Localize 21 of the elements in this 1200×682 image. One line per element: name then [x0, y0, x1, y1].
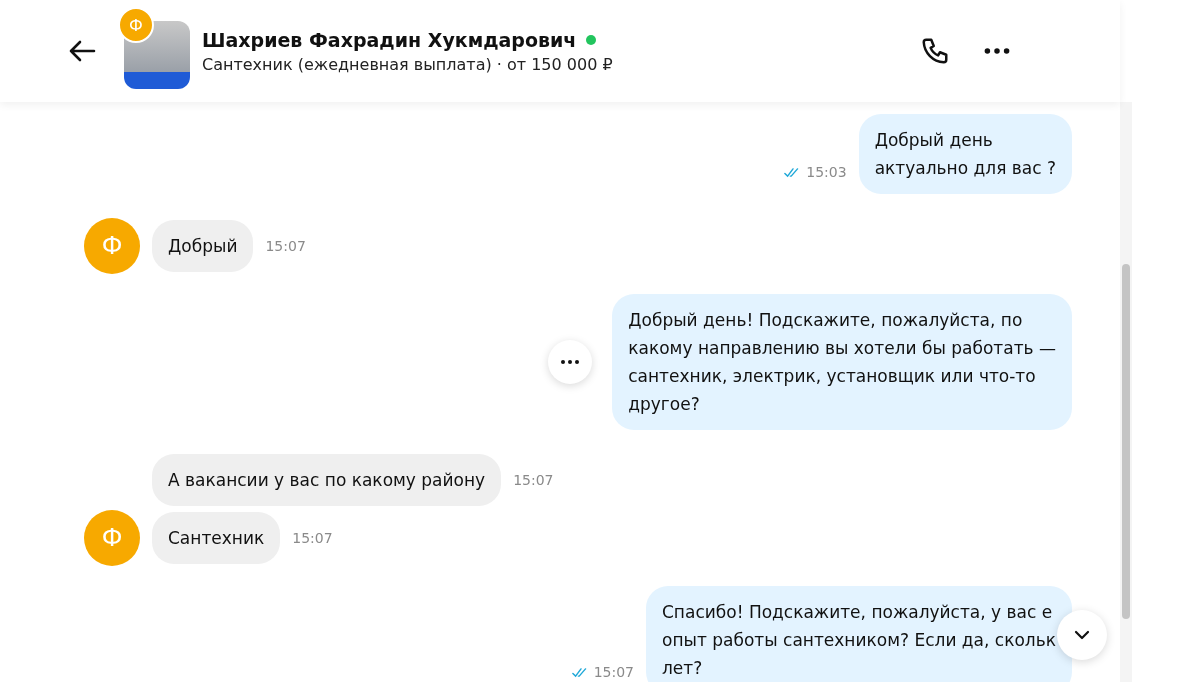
message-bubble: А вакансии у вас по какому району [152, 454, 502, 506]
avatar-badge: Ф [118, 7, 154, 43]
back-arrow-icon[interactable] [68, 39, 96, 63]
contact-name: Шахриев Фахрадин Хукмдарович [202, 28, 577, 51]
message-time: 15:07 [265, 238, 306, 254]
message-time: 15:07 [513, 472, 554, 488]
message-bubble: Добрый [152, 220, 254, 272]
vacancy-subtitle: Сантехник (ежедневная выплата) · от 150 000 ₽ [202, 54, 613, 74]
message-bubble: Спасибо! Подскажите, пожалуйста, у вас е опыт работы сантехником? Если да, скольк лет? [646, 586, 1072, 682]
avatar: Ф [84, 510, 140, 566]
phone-icon[interactable] [920, 36, 950, 66]
avatar: Ф [84, 218, 140, 274]
message-bubble: Добрый день! Подскажите, пожалуйста, по какому направлению вы хотели бы работать — сантехник, электрик, установщик или что-то другое? [612, 294, 1072, 430]
message-bubble: Сантехник [152, 512, 281, 564]
more-icon[interactable] [984, 48, 1010, 54]
message-time: 15:03 [806, 164, 847, 180]
message-time: 15:07 [593, 664, 634, 680]
scrollbar-thumb[interactable] [1122, 264, 1130, 619]
more-icon [561, 360, 580, 364]
message-bubble: Добрый день актуально для вас ? [858, 114, 1072, 194]
message-time: 15:07 [292, 530, 333, 546]
